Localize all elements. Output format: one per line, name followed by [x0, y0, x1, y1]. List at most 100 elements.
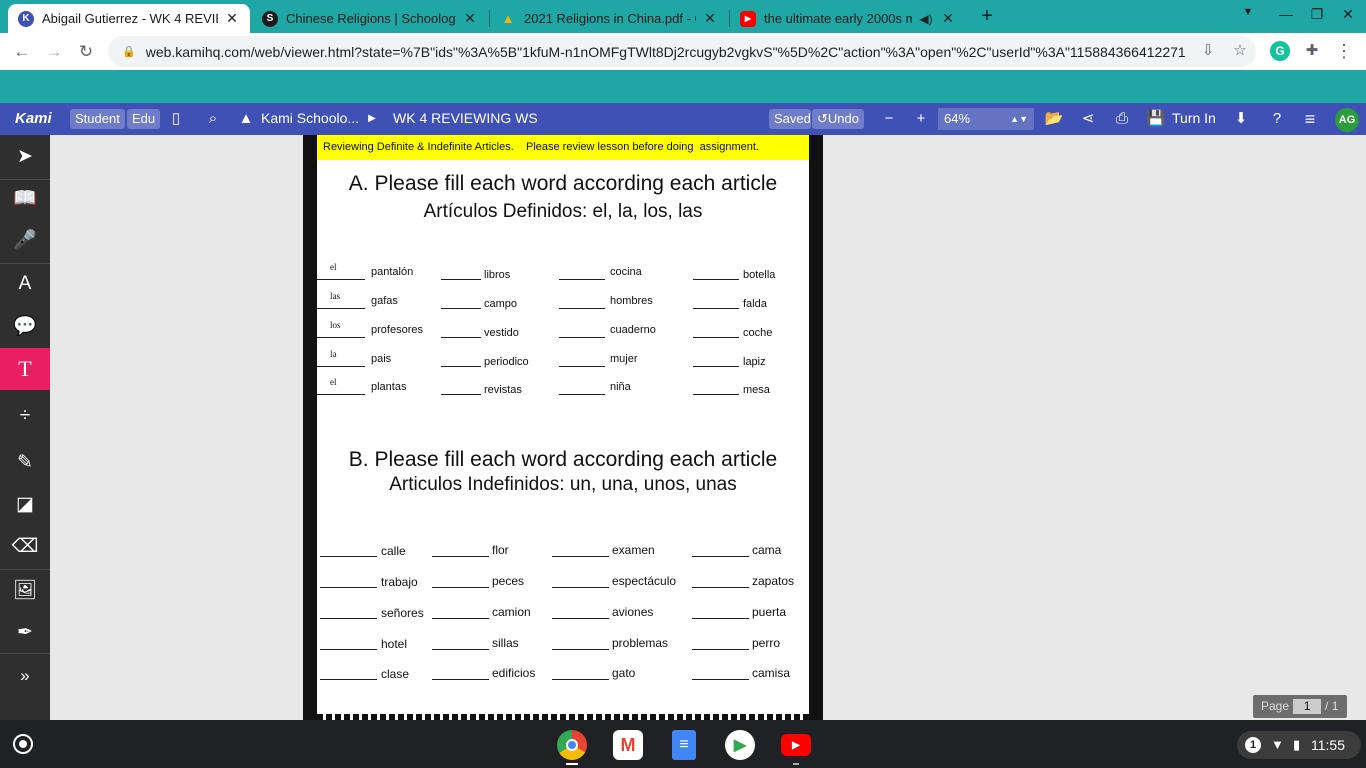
answer-blank[interactable]	[559, 279, 605, 280]
text-tool-icon[interactable]: T	[0, 348, 50, 390]
answer-blank[interactable]	[441, 279, 481, 280]
answer-blank[interactable]	[320, 649, 377, 650]
page-number-input[interactable]: 1	[1293, 699, 1322, 714]
close-tab-icon[interactable]: ✕	[462, 10, 478, 27]
answer-blank[interactable]	[432, 556, 489, 557]
signature-tool-icon[interactable]: ✒	[0, 611, 50, 653]
answer-blank[interactable]	[320, 679, 377, 680]
answer-blank[interactable]	[432, 679, 489, 680]
youtube-app-icon[interactable]: ▶	[781, 734, 811, 756]
address-bar[interactable]: 🔒 web.kamihq.com/web/viewer.html?state=%…	[108, 36, 1256, 67]
tab-drive-pdf[interactable]: ▲ 2021 Religions in China.pdf - Go ✕	[490, 4, 728, 33]
answer-blank[interactable]	[693, 366, 739, 367]
answer-blank[interactable]	[692, 618, 749, 619]
answer-blank[interactable]	[317, 337, 365, 338]
answer-blank[interactable]	[552, 618, 609, 619]
answer-blank[interactable]	[559, 366, 605, 367]
breadcrumb-folder[interactable]: Kami Schoolo...	[261, 110, 359, 126]
answer-blank[interactable]	[559, 337, 605, 338]
user-avatar[interactable]: AG	[1335, 108, 1359, 132]
answer-blank[interactable]	[441, 337, 481, 338]
answer-blank[interactable]	[552, 649, 609, 650]
reload-icon[interactable]: ↻	[74, 40, 98, 64]
minimize-icon[interactable]: —	[1276, 6, 1296, 22]
turn-in-button[interactable]: Turn In	[1172, 110, 1216, 126]
filled-article-answer[interactable]: las	[330, 291, 340, 301]
tab-kami[interactable]: K Abigail Gutierrez - WK 4 REVIEW ✕	[8, 4, 250, 33]
bookmark-star-icon[interactable]: ☆	[1230, 41, 1250, 59]
text-to-speech-icon[interactable]: 🎤	[0, 219, 50, 261]
extensions-puzzle-icon[interactable]: ✚	[1302, 41, 1322, 61]
turn-in-icon[interactable]: 💾	[1145, 108, 1167, 130]
zoom-in-icon[interactable]: +	[910, 108, 932, 130]
filled-article-answer[interactable]: los	[330, 320, 341, 330]
zoom-select[interactable]: 64% ▲▼	[938, 108, 1034, 130]
grammarly-extension-icon[interactable]: G	[1270, 41, 1290, 61]
close-tab-icon[interactable]: ✕	[224, 10, 240, 27]
equation-tool-icon[interactable]: ÷	[0, 395, 50, 437]
close-tab-icon[interactable]: ✕	[702, 10, 718, 27]
answer-blank[interactable]	[320, 556, 377, 557]
answer-blank[interactable]	[552, 679, 609, 680]
help-icon[interactable]: ?	[1266, 108, 1288, 130]
chrome-menu-icon[interactable]: ⋮	[1334, 41, 1354, 61]
docs-app-icon[interactable]: ≡	[672, 730, 696, 760]
close-tab-icon[interactable]: ✕	[940, 10, 956, 27]
filled-article-answer[interactable]: la	[330, 349, 337, 359]
install-app-icon[interactable]: ⇩	[1198, 41, 1218, 59]
answer-blank[interactable]	[317, 366, 365, 367]
menu-icon[interactable]: ≡	[1299, 108, 1321, 130]
audio-playing-icon[interactable]: ◀)	[918, 12, 934, 26]
expand-sidebar-icon[interactable]: »	[0, 655, 50, 697]
comment-tool-icon[interactable]: 💬	[0, 305, 50, 347]
add-media-icon[interactable]: 🖼	[0, 569, 50, 611]
document-viewer[interactable]: Reviewing Definite & Indefinite Articles…	[50, 135, 1366, 720]
answer-blank[interactable]	[692, 556, 749, 557]
drawing-tool-icon[interactable]: ✎	[0, 441, 50, 483]
chrome-app-icon[interactable]	[557, 730, 587, 760]
answer-blank[interactable]	[441, 308, 481, 309]
download-icon[interactable]: ⬇	[1230, 108, 1252, 130]
answer-blank[interactable]	[441, 394, 481, 395]
answer-blank[interactable]	[693, 279, 739, 280]
answer-blank[interactable]	[432, 618, 489, 619]
undo-button[interactable]: ↺Undo	[812, 109, 864, 129]
answer-blank[interactable]	[692, 587, 749, 588]
restore-icon[interactable]: ❐	[1307, 6, 1327, 23]
zoom-out-icon[interactable]: −	[878, 108, 900, 130]
answer-blank[interactable]	[692, 649, 749, 650]
answer-blank[interactable]	[692, 679, 749, 680]
forward-icon[interactable]: →	[42, 40, 66, 64]
launcher-icon[interactable]	[13, 734, 33, 754]
answer-blank[interactable]	[559, 394, 605, 395]
new-tab-button[interactable]: +	[976, 5, 998, 27]
document-title[interactable]: WK 4 REVIEWING WS	[393, 110, 538, 126]
search-icon[interactable]: ⌕	[202, 108, 224, 130]
answer-blank[interactable]	[317, 394, 365, 395]
answer-blank[interactable]	[693, 337, 739, 338]
tab-youtube[interactable]: ▶ the ultimate early 2000s mu ◀) ✕	[730, 4, 966, 33]
answer-blank[interactable]	[552, 556, 609, 557]
back-icon[interactable]: ←	[10, 40, 34, 64]
gmail-app-icon[interactable]: M	[613, 730, 643, 760]
answer-blank[interactable]	[693, 394, 739, 395]
eraser-tool-icon[interactable]: ⌫	[0, 525, 50, 567]
shapes-tool-icon[interactable]: ◪	[0, 483, 50, 525]
answer-blank[interactable]	[432, 649, 489, 650]
close-window-icon[interactable]: ✕	[1338, 6, 1358, 23]
select-tool-icon[interactable]: ➤	[0, 135, 50, 177]
answer-blank[interactable]	[320, 618, 377, 619]
answer-blank[interactable]	[320, 587, 377, 588]
play-store-app-icon[interactable]: ▶	[725, 730, 755, 760]
print-icon[interactable]: ⎙	[1111, 108, 1133, 130]
answer-blank[interactable]	[559, 308, 605, 309]
open-folder-icon[interactable]: 📂	[1043, 108, 1065, 130]
answer-blank[interactable]	[693, 308, 739, 309]
answer-blank[interactable]	[317, 279, 365, 280]
status-tray[interactable]: 1 ▼ ▮ 11:55	[1237, 731, 1361, 759]
share-icon[interactable]: ⋖	[1077, 108, 1099, 130]
answer-blank[interactable]	[317, 308, 365, 309]
answer-blank[interactable]	[432, 587, 489, 588]
markup-tool-icon[interactable]: A	[0, 263, 50, 305]
filled-article-answer[interactable]: el	[330, 377, 337, 387]
